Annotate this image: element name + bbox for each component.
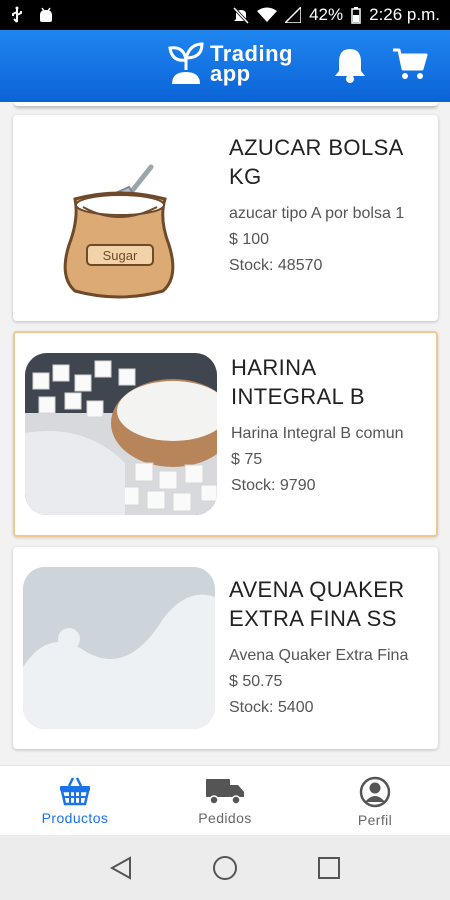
product-image: Sugar	[23, 127, 215, 309]
notifications-bell-icon[interactable]	[333, 46, 367, 84]
nav-pedidos[interactable]: Pedidos	[150, 766, 300, 835]
wifi-icon	[257, 7, 278, 22]
nav-productos[interactable]: Productos	[0, 766, 150, 835]
status-bar: 42% 2:26 p.m.	[0, 0, 450, 30]
sprout-logo-icon	[168, 42, 204, 84]
recents-icon[interactable]	[316, 855, 342, 881]
battery-percent: 42%	[309, 5, 344, 24]
product-info: AVENA QUAKER EXTRA FINA SS Avena Quaker …	[229, 575, 428, 721]
trading-app-logo[interactable]: Trading app	[166, 40, 293, 88]
product-stock: Stock: 48570	[229, 257, 323, 274]
product-name: AVENA QUAKER EXTRA FINA SS	[229, 577, 405, 631]
usb-icon	[12, 6, 22, 23]
android-debug-icon	[40, 7, 52, 22]
app-bar: Trading app	[0, 30, 450, 102]
product-name: AZUCAR BOLSA KG	[229, 135, 403, 189]
truck-icon	[206, 779, 244, 805]
nav-perfil[interactable]: Perfil	[300, 766, 450, 835]
logo-text-line2: app	[210, 61, 251, 86]
product-stock: Stock: 5400	[229, 699, 314, 716]
product-info: HARINA INTEGRAL B Harina Integral B comu…	[231, 353, 426, 499]
product-price: $ 50.75	[229, 673, 283, 690]
shopping-cart-icon[interactable]	[392, 46, 428, 82]
logo-text: Trading app	[210, 43, 293, 86]
back-icon[interactable]	[108, 855, 134, 881]
product-card-selected[interactable]: HARINA INTEGRAL B Harina Integral B comu…	[13, 331, 438, 537]
product-stock: Stock: 9790	[231, 477, 316, 494]
product-info: AZUCAR BOLSA KG azucar tipo A por bolsa …	[229, 133, 428, 279]
battery-icon	[351, 7, 361, 24]
previous-card-edge	[14, 102, 438, 106]
nav-label: Productos	[41, 810, 109, 826]
product-card[interactable]: AVENA QUAKER EXTRA FINA SS Avena Quaker …	[13, 547, 438, 749]
product-list[interactable]: Sugar AZUCAR BOLSA KG azucar tipo A por …	[0, 102, 450, 765]
system-navigation-bar	[0, 835, 450, 900]
clock: 2:26 p.m.	[369, 5, 440, 24]
mute-icon	[233, 6, 250, 24]
basket-icon	[60, 777, 90, 806]
product-description: azucar tipo A por bolsa 1	[229, 205, 405, 222]
signal-icon	[285, 7, 302, 23]
home-icon[interactable]	[211, 854, 239, 882]
product-image	[25, 353, 217, 515]
sugar-label: Sugar	[103, 248, 138, 263]
bottom-navigation: Productos Pedidos Perfil	[0, 765, 450, 835]
product-card[interactable]: Sugar AZUCAR BOLSA KG azucar tipo A por …	[13, 115, 438, 321]
product-price: $ 75	[231, 451, 263, 468]
product-description: Harina Integral B comun	[231, 425, 404, 442]
product-description: Avena Quaker Extra Fina	[229, 647, 409, 664]
nav-label: Pedidos	[198, 810, 252, 826]
nav-label: Perfil	[357, 812, 393, 828]
product-name: HARINA INTEGRAL B	[231, 355, 365, 409]
product-price: $ 100	[229, 231, 270, 248]
image-placeholder-icon	[23, 567, 215, 729]
profile-icon	[359, 776, 391, 808]
